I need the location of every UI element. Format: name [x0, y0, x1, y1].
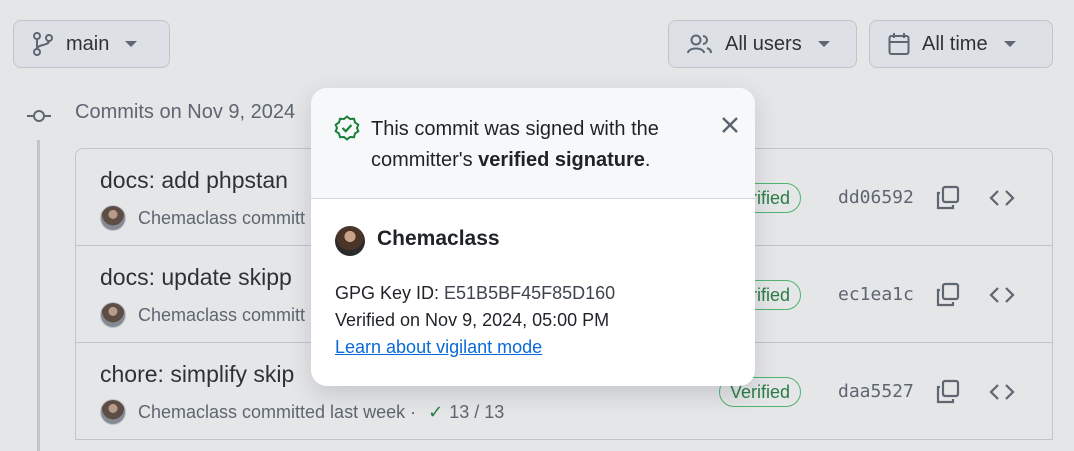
popover-header: This commit was signed with the committe… [311, 88, 755, 199]
gpg-key-label: GPG Key ID: [335, 283, 445, 303]
message-end: . [644, 149, 651, 171]
close-icon[interactable] [719, 114, 741, 136]
signature-popover: This commit was signed with the committe… [311, 88, 755, 386]
verified-shield-icon [334, 115, 360, 141]
learn-vigilant-mode-link[interactable]: Learn about vigilant mode [335, 337, 542, 358]
avatar[interactable] [335, 226, 365, 256]
verified-on-text: Verified on Nov 9, 2024, 05:00 PM [335, 310, 610, 330]
message-bold: verified signature [478, 149, 645, 171]
gpg-key-value: E51B5BF45F85D160 [444, 283, 616, 303]
signature-message: This commit was signed with the committe… [371, 114, 711, 176]
gpg-key-line: GPG Key ID: E51B5BF45F85D160 [335, 283, 615, 304]
commits-page: main All users All time Commits on Nov 9… [0, 0, 1074, 451]
signer-username[interactable]: Chemaclass [377, 227, 500, 251]
